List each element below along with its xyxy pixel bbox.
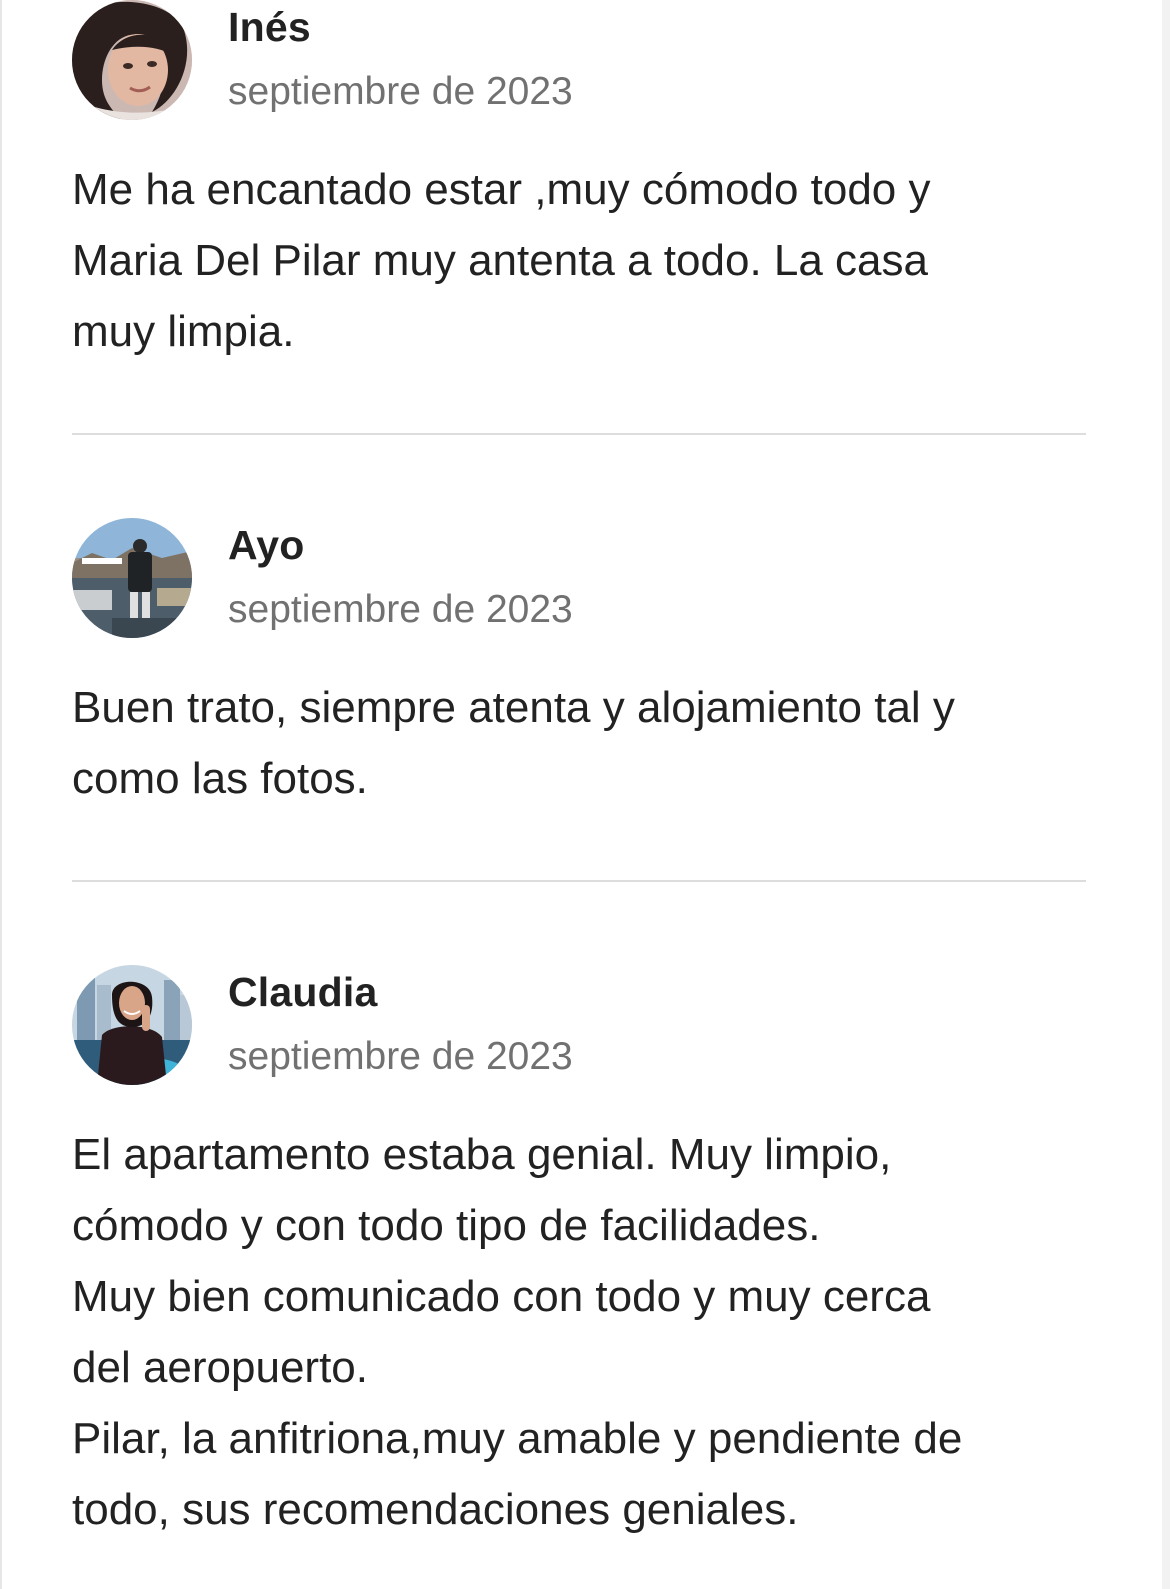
left-edge [0, 0, 2, 1589]
review-date: septiembre de 2023 [228, 588, 573, 631]
avatar-photo-icon [72, 965, 192, 1085]
review-text: El apartamento estaba genial. Muy limpio… [72, 1130, 963, 1534]
review-header: Claudia septiembre de 2023 [72, 965, 1102, 1095]
reviewer-avatar[interactable] [72, 518, 192, 638]
avatar-photo-icon [72, 0, 192, 120]
review-divider [72, 433, 1086, 435]
review-divider [72, 880, 1086, 882]
review-header: Inés septiembre de 2023 [72, 0, 1102, 130]
reviewer-name: Inés [228, 4, 311, 50]
review-header: Ayo septiembre de 2023 [72, 518, 1102, 648]
review-text: Buen trato, siempre atenta y alojamiento… [72, 683, 955, 803]
review-item: Ayo septiembre de 2023 Buen trato, siemp… [72, 518, 1102, 803]
review-date: septiembre de 2023 [228, 70, 573, 113]
reviewer-avatar[interactable] [72, 965, 192, 1085]
review-item: Claudia septiembre de 2023 El apartament… [72, 965, 1102, 1534]
review-date: septiembre de 2023 [228, 1035, 573, 1078]
reviewer-name: Claudia [228, 969, 378, 1015]
reviewer-name: Ayo [228, 522, 305, 568]
review-item: Inés septiembre de 2023 Me ha encantado … [72, 0, 1102, 356]
reviewer-avatar[interactable] [72, 0, 192, 120]
review-text: Me ha encantado estar ,muy cómodo todo y… [72, 165, 931, 356]
right-edge [1162, 0, 1170, 1589]
avatar-photo-icon [72, 518, 192, 638]
